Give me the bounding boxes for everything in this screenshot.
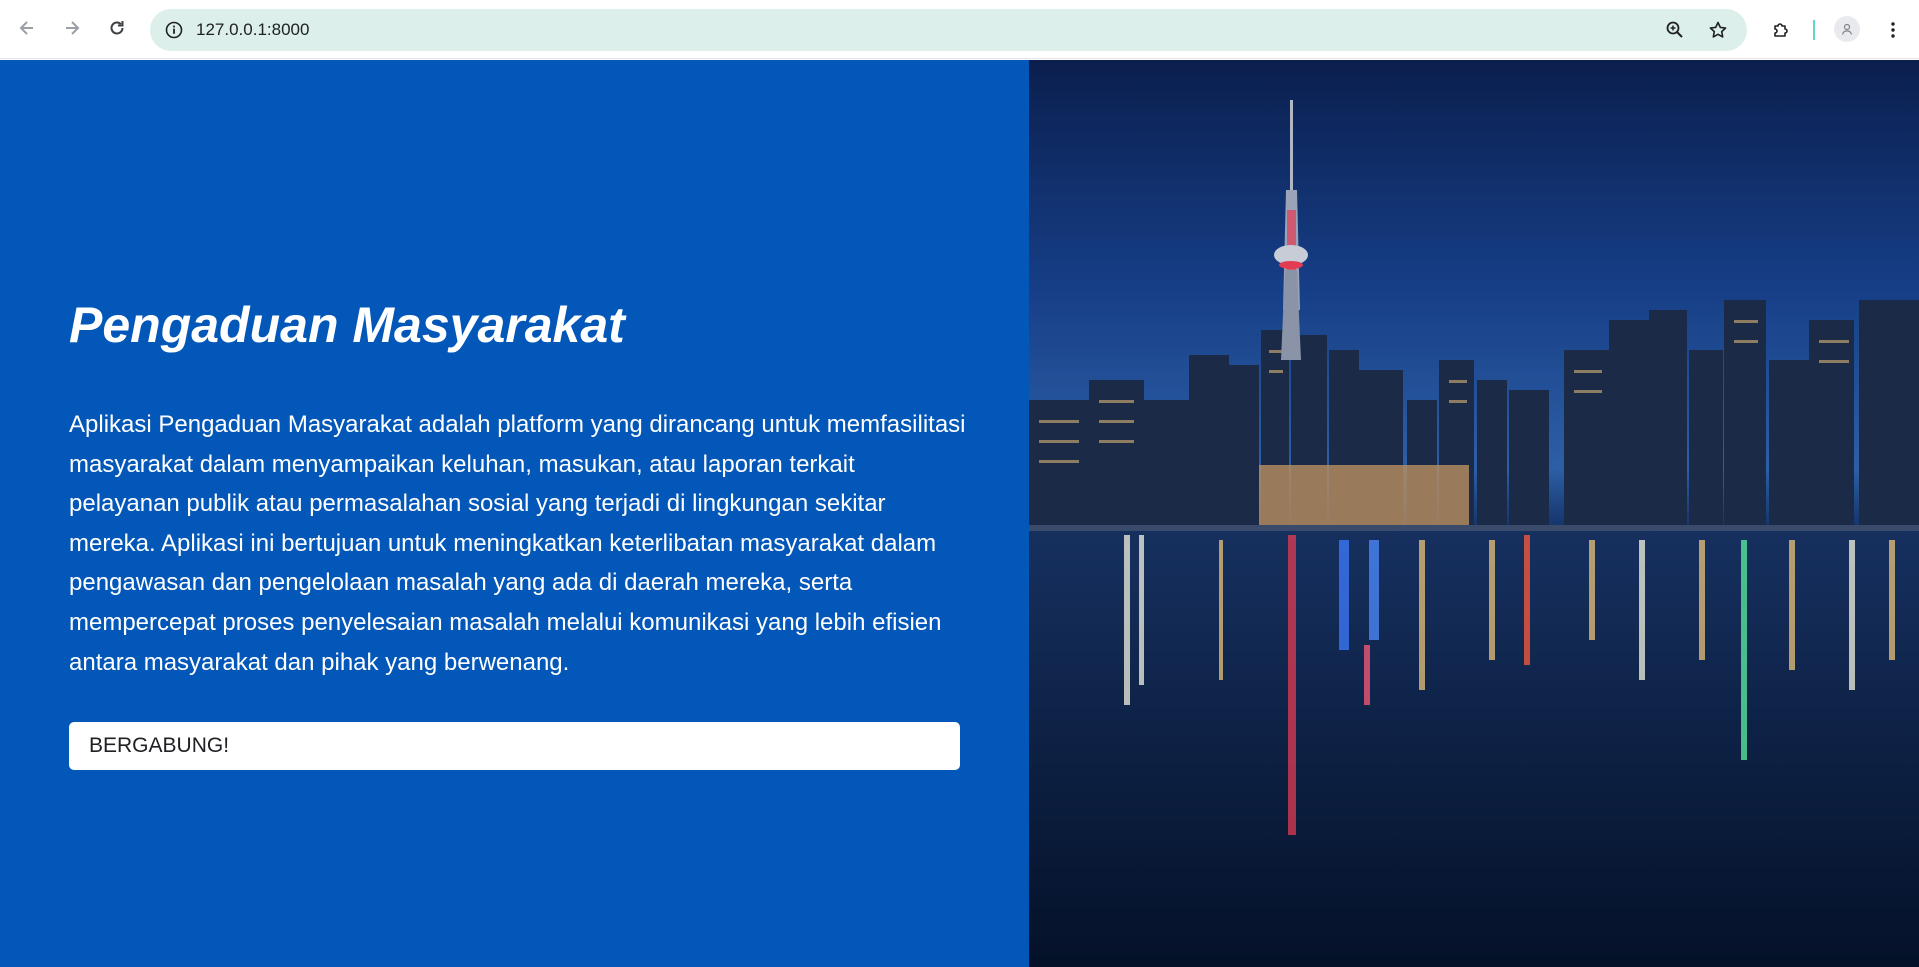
browser-toolbar: 127.0.0.1:8000 — [0, 0, 1919, 59]
zoom-button[interactable] — [1659, 14, 1691, 46]
forward-button[interactable] — [55, 11, 89, 45]
puzzle-icon — [1774, 23, 1788, 37]
arrow-left-icon — [19, 21, 33, 35]
landing-page: Pengaduan Masyarakat Aplikasi Pengaduan … — [0, 60, 1919, 967]
profile-button[interactable] — [1834, 16, 1860, 42]
url-text[interactable]: 127.0.0.1:8000 — [196, 20, 309, 40]
join-button[interactable]: BERGABUNG! — [69, 722, 960, 770]
star-icon — [1709, 21, 1727, 38]
browser-menu-button[interactable] — [1877, 14, 1909, 46]
bookmark-button[interactable] — [1702, 14, 1734, 46]
info-icon — [165, 21, 183, 39]
zoom-icon — [1666, 21, 1683, 38]
reload-icon — [110, 21, 124, 35]
arrow-right-icon — [66, 21, 80, 35]
address-bar[interactable]: 127.0.0.1:8000 — [150, 9, 1747, 51]
back-button[interactable] — [10, 11, 44, 45]
extensions-button[interactable] — [1765, 14, 1797, 46]
kebab-menu-icon — [1891, 22, 1895, 38]
skyline-illustration — [1029, 100, 1919, 967]
toolbar-divider — [1813, 20, 1815, 40]
profile-icon — [1841, 23, 1853, 35]
page-title: Pengaduan Masyarakat — [69, 297, 625, 353]
reload-button[interactable] — [100, 11, 134, 45]
hero-description: Aplikasi Pengaduan Masyarakat adalah pla… — [69, 411, 966, 676]
site-info-button[interactable] — [158, 14, 190, 46]
hero-panel: Pengaduan Masyarakat Aplikasi Pengaduan … — [0, 60, 1029, 967]
city-skyline-image — [1029, 60, 1919, 967]
